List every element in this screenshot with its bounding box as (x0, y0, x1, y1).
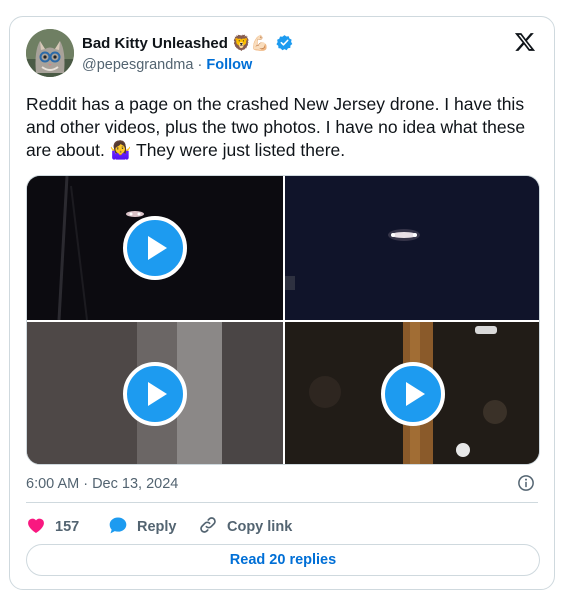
link-icon (200, 517, 216, 533)
read-replies-button[interactable]: Read 20 replies (26, 544, 540, 576)
copy-link-label: Copy link (227, 519, 293, 535)
author-name-line[interactable]: Bad Kitty Unleashed 🦁💪🏻 (82, 34, 293, 52)
author-emoji: 🦁💪🏻 (232, 35, 270, 52)
like-button[interactable]: 157 (26, 515, 79, 535)
video-thumbnail-2[interactable] (285, 176, 539, 320)
separator-dot: · (193, 57, 207, 73)
play-button[interactable] (123, 362, 187, 426)
follow-button[interactable]: Follow (206, 57, 252, 73)
media-grid (26, 175, 540, 465)
play-button[interactable] (381, 362, 445, 426)
author-handle[interactable]: @pepesgrandma (82, 57, 193, 73)
verified-badge-icon (276, 34, 293, 51)
play-icon (148, 236, 167, 260)
handle-line: @pepesgrandma · Follow (82, 57, 252, 73)
play-icon (406, 382, 425, 406)
video-thumbnail-3[interactable] (27, 322, 283, 464)
tweet-timestamp[interactable]: 6:00 AM · Dec 13, 2024 (26, 476, 178, 492)
reply-button[interactable]: Reply (108, 515, 177, 535)
divider (26, 502, 538, 503)
play-icon (148, 382, 167, 406)
tweet-text: Reddit has a page on the crashed New Jer… (26, 94, 526, 160)
like-count: 157 (55, 519, 80, 535)
reply-bubble-icon (109, 517, 127, 534)
video-thumbnail-1[interactable] (27, 176, 283, 320)
tweet-card: Bad Kitty Unleashed 🦁💪🏻 @pepesgrandma · … (9, 16, 555, 590)
copy-link-button[interactable]: Copy link (198, 515, 292, 535)
reply-label: Reply (137, 519, 177, 535)
avatar[interactable] (26, 29, 74, 77)
info-icon[interactable] (517, 474, 535, 492)
x-logo-icon[interactable] (514, 31, 536, 53)
heart-icon (28, 518, 44, 533)
author-name[interactable]: Bad Kitty Unleashed (82, 35, 228, 52)
play-button[interactable] (123, 216, 187, 280)
video-thumbnail-4[interactable] (285, 322, 539, 464)
